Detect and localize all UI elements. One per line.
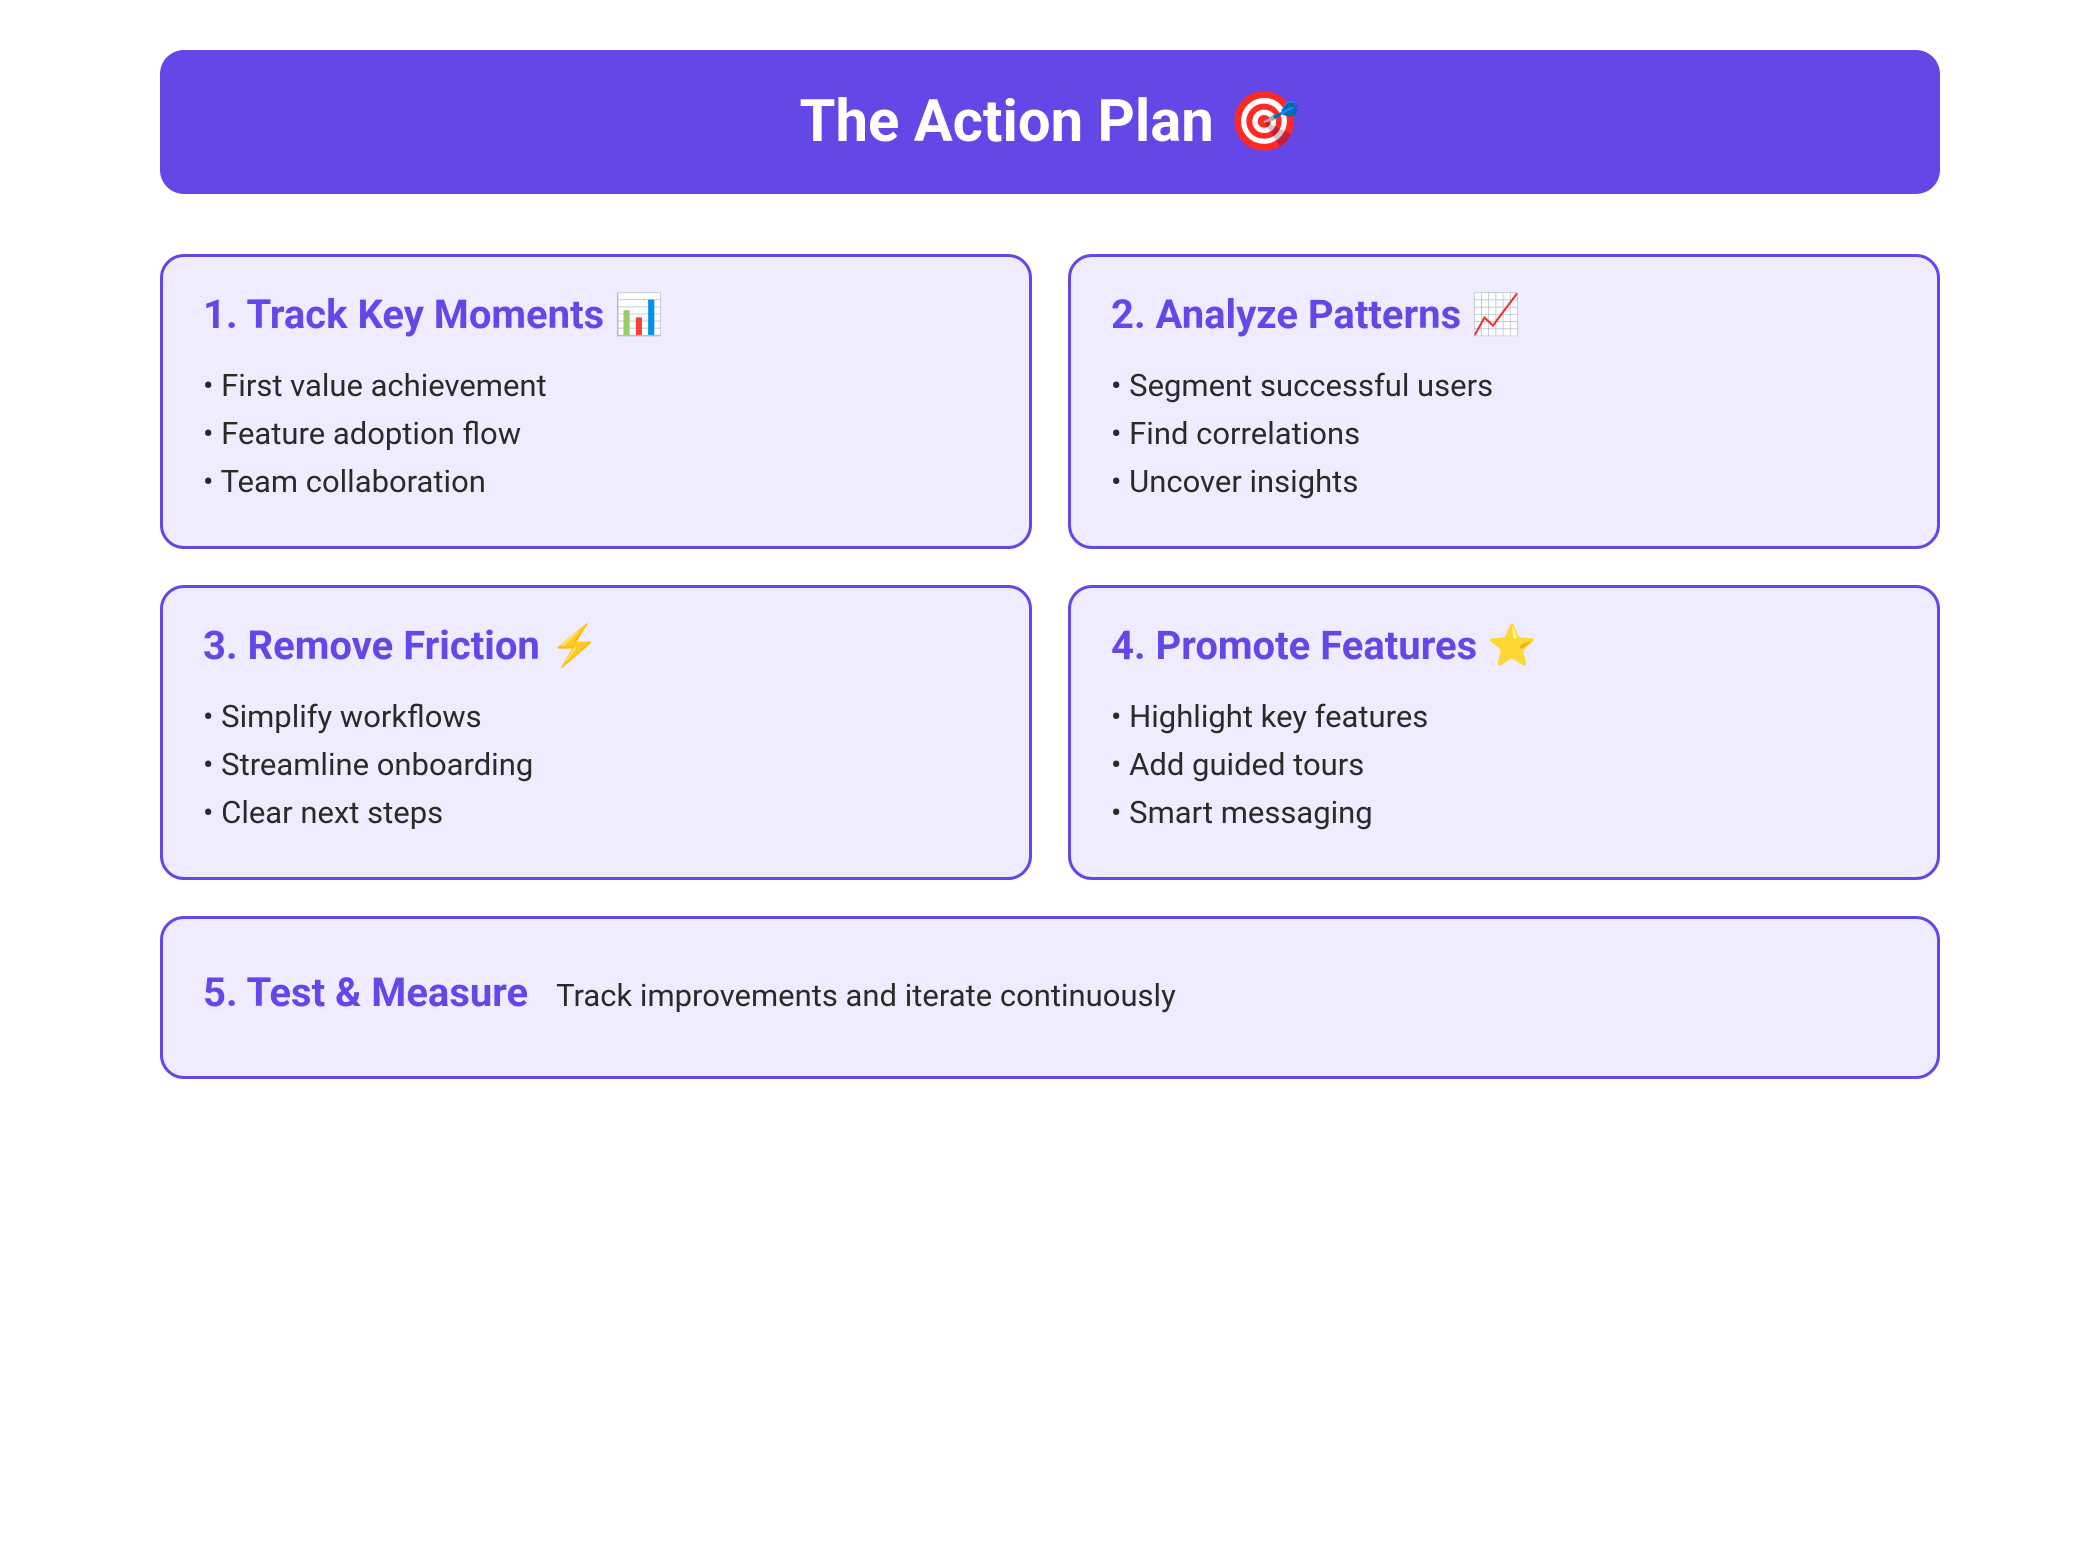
list-item: Simplify workflows bbox=[203, 693, 989, 741]
cards-grid: 1. Track Key Moments 📊 First value achie… bbox=[160, 254, 1940, 880]
card-remove-friction: 3. Remove Friction ⚡ Simplify workflows … bbox=[160, 585, 1032, 880]
card-title: 3. Remove Friction ⚡ bbox=[203, 622, 989, 669]
card-analyze-patterns: 2. Analyze Patterns 📈 Segment successful… bbox=[1068, 254, 1940, 549]
list-item: Uncover insights bbox=[1111, 458, 1897, 506]
list-item: Find correlations bbox=[1111, 410, 1897, 458]
list-item: Highlight key features bbox=[1111, 693, 1897, 741]
wide-card-title: 5. Test & Measure bbox=[203, 969, 528, 1016]
card-list: First value achievement Feature adoption… bbox=[203, 362, 989, 506]
card-list: Highlight key features Add guided tours … bbox=[1111, 693, 1897, 837]
page-header: The Action Plan 🎯 bbox=[160, 50, 1940, 194]
card-track-key-moments: 1. Track Key Moments 📊 First value achie… bbox=[160, 254, 1032, 549]
card-title: 2. Analyze Patterns 📈 bbox=[1111, 291, 1897, 338]
list-item: First value achievement bbox=[203, 362, 989, 410]
list-item: Team collaboration bbox=[203, 458, 989, 506]
wide-card-text: Track improvements and iterate continuou… bbox=[556, 977, 1176, 1014]
header-title: The Action Plan 🎯 bbox=[800, 88, 1301, 156]
list-item: Segment successful users bbox=[1111, 362, 1897, 410]
list-item: Smart messaging bbox=[1111, 789, 1897, 837]
list-item: Clear next steps bbox=[203, 789, 989, 837]
list-item: Feature adoption flow bbox=[203, 410, 989, 458]
card-list: Segment successful users Find correlatio… bbox=[1111, 362, 1897, 506]
card-title: 1. Track Key Moments 📊 bbox=[203, 291, 989, 338]
list-item: Add guided tours bbox=[1111, 741, 1897, 789]
card-test-measure: 5. Test & Measure Track improvements and… bbox=[160, 916, 1940, 1079]
card-promote-features: 4. Promote Features ⭐ Highlight key feat… bbox=[1068, 585, 1940, 880]
card-list: Simplify workflows Streamline onboarding… bbox=[203, 693, 989, 837]
list-item: Streamline onboarding bbox=[203, 741, 989, 789]
card-title: 4. Promote Features ⭐ bbox=[1111, 622, 1897, 669]
